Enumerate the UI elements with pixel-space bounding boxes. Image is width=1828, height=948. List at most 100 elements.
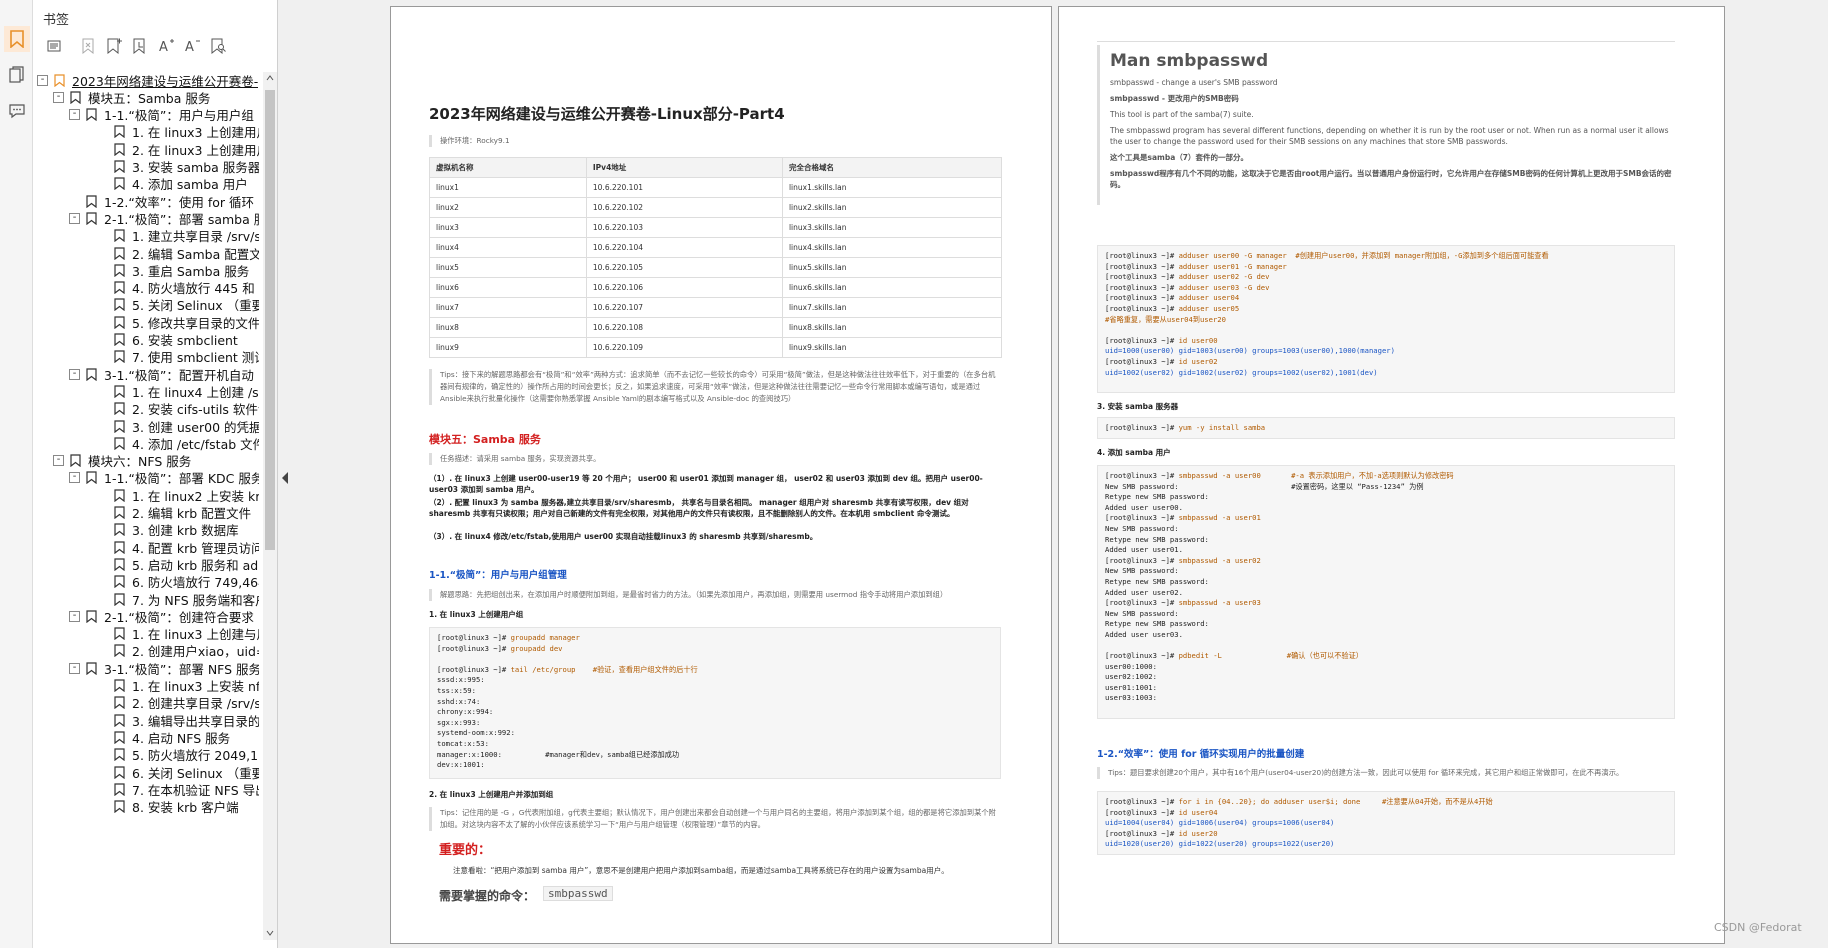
left-rail: [0, 0, 33, 948]
requirement-1: （1）. 在 linux3 上创建 user00-user19 等 20 个用户…: [429, 474, 983, 494]
bookmark-icon: [114, 350, 125, 364]
outline-view-icon[interactable]: [43, 36, 64, 57]
bookmark-icon: [70, 454, 81, 468]
code-line: New SMB password: #设置密码，这里以 “Pass-1234” …: [1105, 481, 1424, 491]
bookmark-icon: [114, 644, 125, 658]
collapse-toggle-icon[interactable]: -: [53, 455, 64, 467]
table-cell: linux1: [429, 177, 587, 198]
bookmark-icon: [114, 800, 125, 814]
bookmark-icon: [114, 765, 125, 779]
collapse-toggle-icon[interactable]: -: [69, 472, 80, 484]
table-cell: 10.6.220.103: [585, 217, 783, 238]
collapse-toggle-icon[interactable]: -: [53, 91, 64, 103]
code-line: [root@linux3 ~]# yum -y install samba: [1105, 423, 1266, 432]
table-cell: linux8: [429, 317, 587, 338]
code-line: user01:1001:: [1105, 682, 1157, 692]
bookmark-icon: [114, 713, 125, 727]
bookmark-icon: [114, 575, 125, 589]
document-page-left: 2023年网络建设与运维公开赛卷-Linux部分-Part4 操作环境：Rock…: [390, 6, 1052, 944]
tip-group-option: Tips：记住用的是 -G ，G代表附加组，g代表主要组；默认情况下，用户创建出…: [429, 807, 1001, 831]
table-cell: linux7: [429, 297, 587, 318]
watermark: CSDN @Fedorat: [1714, 921, 1802, 934]
code-block-groupadd: [root@linux3 ~]# groupadd manager [root@l…: [429, 627, 1001, 779]
table-row: linux1 10.6.220.101 linux1.skills.lan: [429, 177, 1003, 198]
decrease-font-icon[interactable]: A: [181, 36, 202, 57]
code-line: [root@linux3 ~]# smbpasswd -a user02: [1105, 555, 1261, 565]
add-child-bookmark-icon[interactable]: [129, 36, 150, 57]
table-cell: 10.6.220.101: [585, 177, 783, 198]
table-cell: linux6.skills.lan: [781, 277, 1003, 298]
code-line: sgx:x:993:: [437, 717, 481, 727]
table-row: linux5 10.6.220.105 linux5.skills.lan: [429, 257, 1003, 278]
bookmark-icon: [114, 489, 125, 502]
man-line-1: smbpasswd - change a user's SMB password: [1110, 78, 1278, 87]
table-cell: 10.6.220.104: [585, 237, 783, 258]
code-line: uid=1000(user00) gid=1003(user00) groups…: [1105, 346, 1395, 356]
bookmark-icon: [114, 506, 125, 519]
svg-text:A: A: [159, 40, 168, 54]
bookmark-panel-icon[interactable]: [4, 26, 30, 52]
man-line-4: The smbpasswd program has several differ…: [1110, 126, 1669, 146]
collapse-panel-arrow-icon[interactable]: [280, 470, 290, 484]
collapse-toggle-icon[interactable]: -: [69, 662, 80, 674]
delete-bookmark-icon[interactable]: [77, 36, 98, 57]
code-line: [root@linux3 ~]# groupadd dev: [437, 643, 563, 653]
collapse-toggle-icon[interactable]: -: [69, 109, 80, 121]
table-cell: 10.6.220.108: [585, 317, 783, 338]
collapse-toggle-icon[interactable]: -: [69, 212, 80, 224]
code-line: [root@linux3 ~]# id user00: [1105, 335, 1218, 345]
bookmark-item[interactable]: 8. 安装 krb 客户端: [114, 797, 239, 817]
table-row: linux8 10.6.220.108 linux8.skills.lan: [429, 317, 1003, 338]
table-cell: linux8.skills.lan: [781, 317, 1003, 338]
svg-text:A: A: [185, 40, 194, 54]
add-bookmark-icon[interactable]: [103, 36, 124, 57]
bookmark-icon: [114, 748, 125, 762]
code-line: [root@linux3 ~]# id user20: [1105, 828, 1218, 838]
step-1-label: 1. 在 linux3 上创建用户组: [429, 610, 524, 619]
step-2-label: 2. 在 linux3 上创建用户并添加到组: [429, 790, 554, 799]
tree-scrollbar[interactable]: [263, 72, 277, 940]
bookmark-icon: [86, 367, 97, 381]
table-cell: linux9: [429, 337, 587, 358]
pages-thumbnail-icon[interactable]: [4, 62, 30, 88]
code-line: user00:1000:: [1105, 661, 1157, 671]
code-line: uid=1004(user04) gid=1006(user04) groups…: [1105, 818, 1335, 828]
tip-for-loop: Tips：题目要求创建20个用户，其中有16个用户(user04-user20)…: [1097, 767, 1675, 779]
bookmark-icon: [114, 125, 125, 139]
bookmark-icon: [114, 264, 125, 277]
collapse-toggle-icon[interactable]: -: [69, 610, 80, 622]
bookmark-icon: [114, 592, 125, 606]
collapse-toggle-icon[interactable]: -: [37, 74, 48, 86]
man-divider: [1097, 41, 1675, 42]
code-line: [root@linux3 ~]# id user02: [1105, 356, 1218, 366]
important-heading: 重要的：: [439, 843, 492, 858]
table-cell: linux1.skills.lan: [781, 177, 1003, 198]
tree-scroll-thumb[interactable]: [265, 90, 275, 550]
must-know-command: smbpasswd: [543, 886, 613, 901]
bookmark-icon: [114, 679, 125, 692]
bookmark-icon: [114, 298, 125, 312]
collapse-toggle-icon[interactable]: -: [69, 368, 80, 380]
comments-icon[interactable]: [4, 98, 30, 124]
table-cell: 10.6.220.106: [585, 277, 783, 298]
code-line: Retype new SMB password:: [1105, 492, 1209, 502]
bookmark-icon: [86, 471, 97, 485]
bookmark-icon: [86, 194, 97, 208]
table-cell: linux6: [429, 277, 587, 298]
bookmark-panel: 书签 A A -2023年网络建设与运维公开赛卷- - 模块五：Samba 服务 -1…: [33, 0, 278, 948]
table-cell: linux5.skills.lan: [781, 257, 1003, 278]
code-line: chrony:x:994:: [437, 707, 494, 717]
increase-font-icon[interactable]: A: [155, 36, 176, 57]
man-line-3: This tool is part of the samba(7) suite.: [1110, 110, 1254, 119]
bookmark-icon: [114, 523, 125, 537]
man-line-2: smbpasswd - 更改用户的SMB密码: [1110, 94, 1239, 103]
find-bookmark-icon[interactable]: [207, 36, 228, 57]
document-page-right: Man smbpasswd smbpasswd - change a user'…: [1058, 6, 1725, 944]
code-line: [root@linux3 ~]# smbpasswd -a user00 #-a…: [1105, 471, 1454, 480]
step-3-label: 3. 安装 samba 服务器: [1097, 402, 1179, 411]
code-line: dev:x:1001:: [437, 760, 485, 770]
code-line: [root@linux3 ~]# smbpasswd -a user01: [1105, 513, 1261, 523]
bookmark-icon: [114, 177, 125, 191]
